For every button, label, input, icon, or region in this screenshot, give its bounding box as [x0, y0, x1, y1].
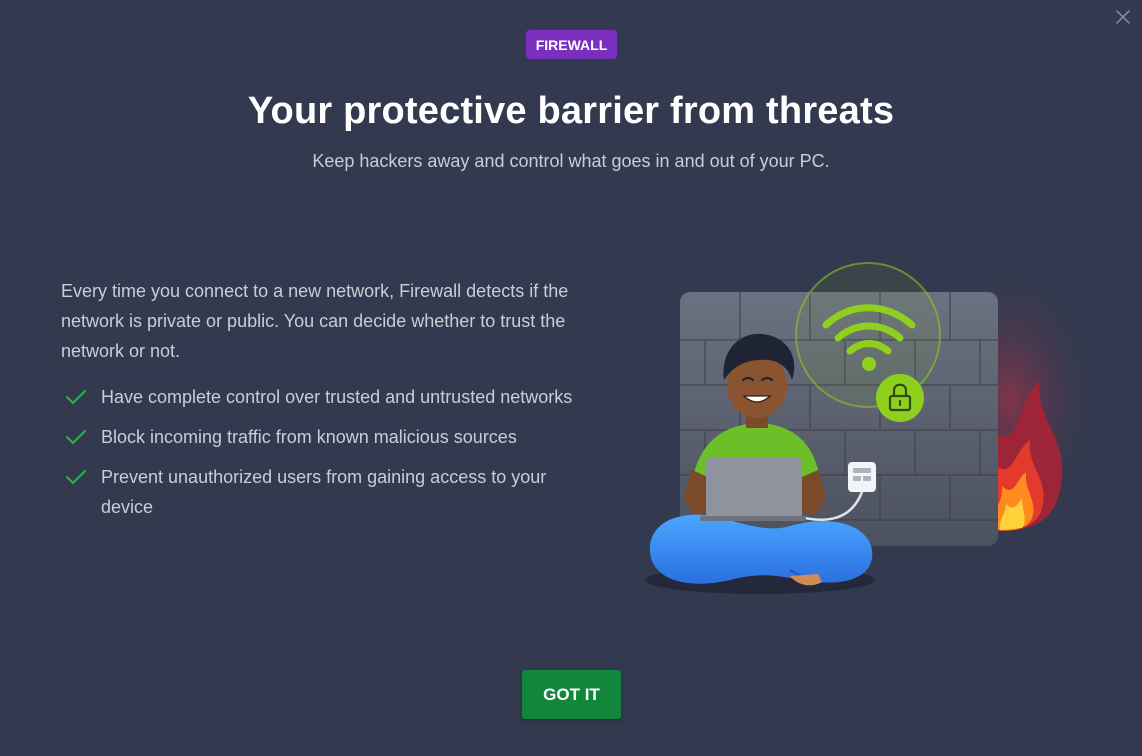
- check-icon: [66, 430, 86, 444]
- page-subtitle: Keep hackers away and control what goes …: [312, 151, 830, 171]
- feature-text: Block incoming traffic from known malici…: [101, 427, 517, 447]
- feature-item: Prevent unauthorized users from gaining …: [61, 462, 601, 522]
- firewall-badge: FIREWALL: [526, 30, 617, 59]
- got-it-button[interactable]: GOT IT: [522, 670, 621, 719]
- wifi-dot: [862, 357, 876, 371]
- feature-text: Prevent unauthorized users from gaining …: [101, 467, 547, 517]
- intro-text: Every time you connect to a new network,…: [61, 281, 569, 361]
- feature-item: Have complete control over trusted and u…: [61, 382, 601, 412]
- check-icon: [66, 470, 86, 484]
- close-button[interactable]: [1114, 8, 1132, 26]
- firewall-intro-dialog: FIREWALL Your protective barrier from th…: [0, 0, 1142, 756]
- check-icon: [66, 390, 86, 404]
- feature-list: Have complete control over trusted and u…: [61, 382, 601, 532]
- feature-text: Have complete control over trusted and u…: [101, 387, 573, 407]
- firewall-illustration: [645, 260, 1090, 594]
- page-title: Your protective barrier from threats: [247, 90, 895, 132]
- close-icon: [1116, 10, 1130, 24]
- feature-item: Block incoming traffic from known malici…: [61, 422, 601, 452]
- ethernet-socket-icon: [848, 462, 876, 492]
- lock-icon: [876, 374, 924, 422]
